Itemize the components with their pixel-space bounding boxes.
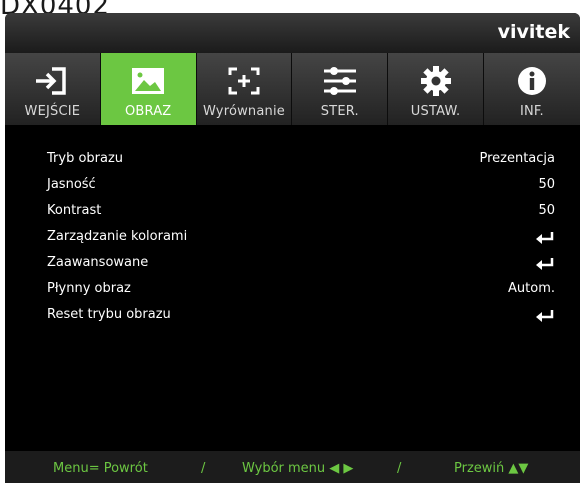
picture-icon <box>132 68 165 94</box>
tab-label: STER. <box>320 104 359 119</box>
tab-info[interactable]: INF. <box>484 53 580 125</box>
menu-item-label: Tryb obrazu <box>47 151 124 166</box>
menu-item-label: Jasność <box>47 177 96 192</box>
menu-item-smooth-picture[interactable]: Płynny obraz Autom. <box>47 277 555 301</box>
footer-scroll-hint: Przewiń ▲▼ <box>454 461 529 476</box>
tab-setup[interactable]: USTAW. <box>388 53 484 125</box>
footer-back-hint: Menu= Powrót <box>53 461 148 476</box>
menu-item-label: Zarządzanie kolorami <box>47 229 188 244</box>
tab-input[interactable]: WEJŚCIE <box>5 53 101 125</box>
menu-item-label: Reset trybu obrazu <box>47 307 171 322</box>
top-bar: vivitek <box>5 13 580 53</box>
tab-label: OBRAZ <box>124 104 172 119</box>
footer-hints: Menu= Powrót / Wybór menu ◀ ▶ / Przewiń … <box>5 451 580 483</box>
menu-item-contrast[interactable]: Kontrast 50 <box>47 199 555 223</box>
enter-icon[interactable] <box>535 231 555 245</box>
menu-item-label: Kontrast <box>47 203 102 218</box>
footer-separator: / <box>201 461 206 476</box>
menu-item-color-management[interactable]: Zarządzanie kolorami <box>47 225 555 249</box>
menu-item-label: Płynny obraz <box>47 281 131 296</box>
footer-separator: / <box>397 461 402 476</box>
tab-label: Wyrównanie <box>202 104 285 119</box>
menu-item-advanced[interactable]: Zaawansowane <box>47 251 555 275</box>
enter-icon[interactable] <box>535 257 555 271</box>
brand-logo: vivitek <box>497 21 570 43</box>
menu-item-value: Autom. <box>508 281 555 296</box>
info-icon <box>517 67 546 95</box>
input-icon <box>36 67 67 95</box>
menu-item-value: 50 <box>538 203 555 218</box>
alignment-icon <box>228 67 260 95</box>
osd-menu: vivitek WEJŚCIE OBRAZ Wyrównanie STER. U… <box>5 13 580 483</box>
menu-item-reset-picture-mode[interactable]: Reset trybu obrazu <box>47 303 555 327</box>
menu-item-value: Prezentacja <box>479 151 555 166</box>
tab-label: INF. <box>519 104 544 119</box>
tab-alignment[interactable]: Wyrównanie <box>197 53 293 125</box>
tab-picture[interactable]: OBRAZ <box>100 53 197 125</box>
tab-label: USTAW. <box>410 104 461 119</box>
main-tabs: WEJŚCIE OBRAZ Wyrównanie STER. USTAW. IN… <box>5 53 580 125</box>
menu-item-value: 50 <box>538 177 555 192</box>
footer-select-hint: Wybór menu ◀ ▶ <box>242 461 354 476</box>
tab-label: WEJŚCIE <box>24 104 81 119</box>
menu-item-brightness[interactable]: Jasność 50 <box>47 173 555 197</box>
tab-control[interactable]: STER. <box>292 53 389 125</box>
menu-item-label: Zaawansowane <box>47 255 149 270</box>
enter-icon[interactable] <box>535 309 555 323</box>
menu-item-picture-mode[interactable]: Tryb obrazu Prezentacja <box>47 147 555 171</box>
gear-icon <box>420 66 451 96</box>
sliders-icon <box>323 67 356 95</box>
